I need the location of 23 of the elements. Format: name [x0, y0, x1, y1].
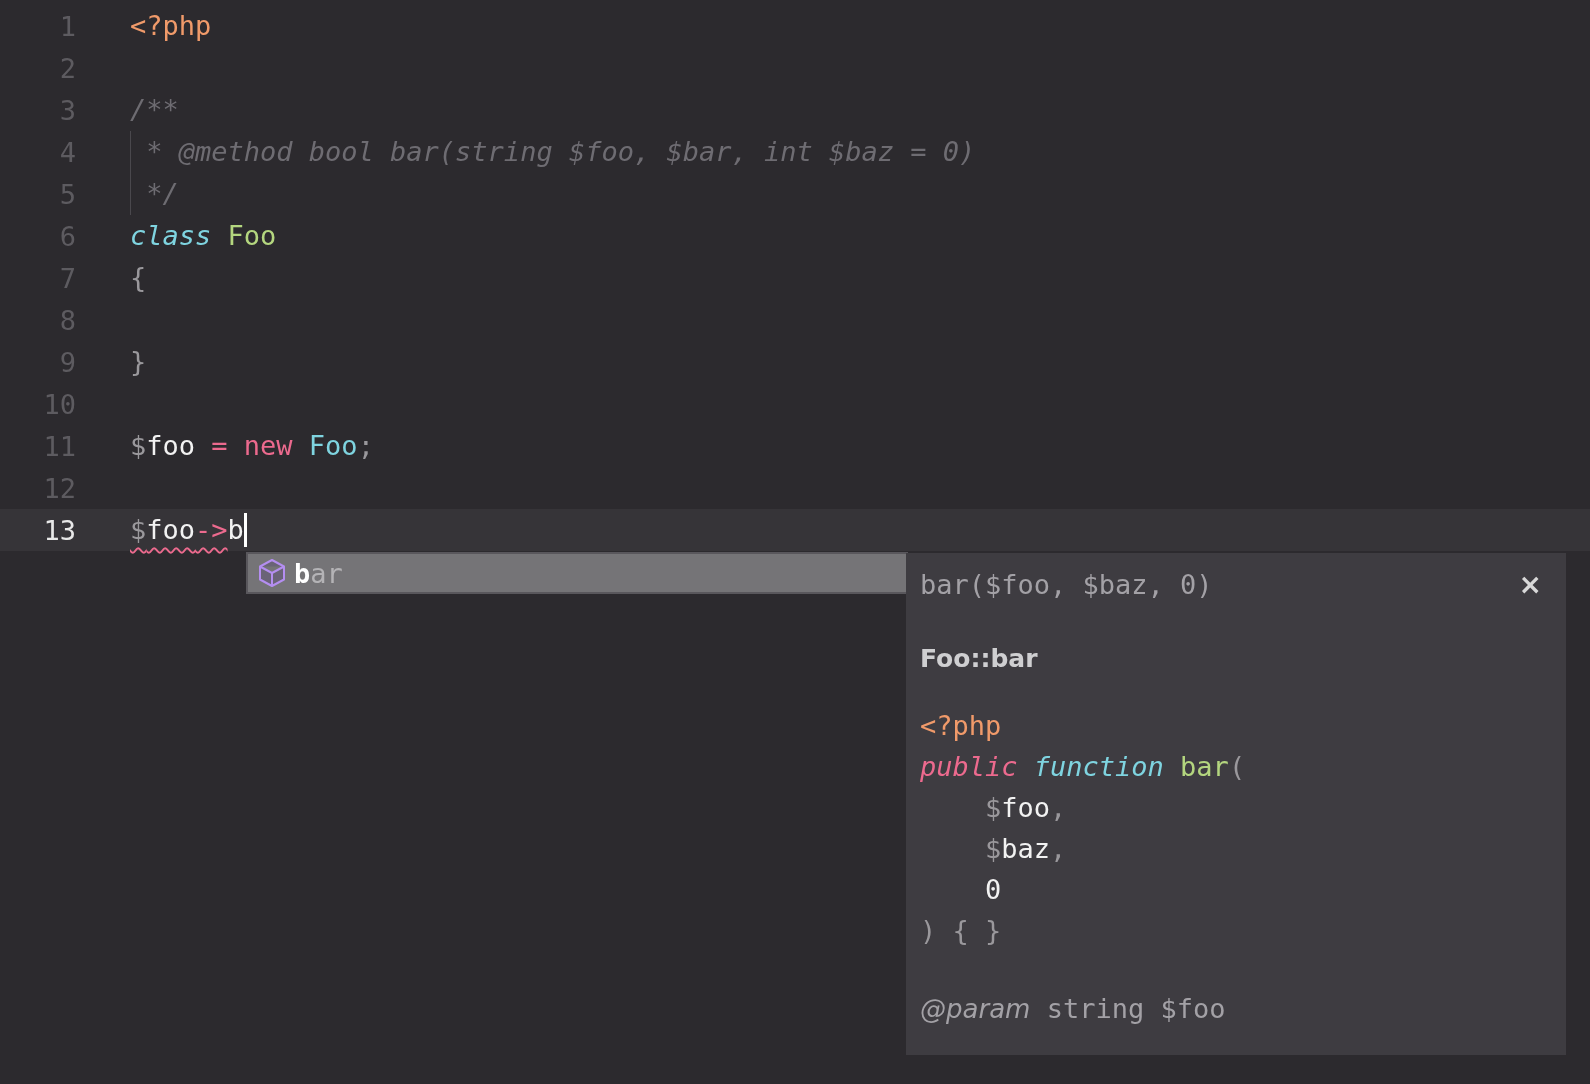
line-number: 13	[42, 514, 76, 546]
code-line: $baz,	[984, 832, 1067, 866]
completion-item[interactable]: bar	[248, 554, 906, 592]
close-button[interactable]: ×	[1508, 567, 1552, 601]
doc-title: Foo::bar	[920, 644, 1038, 673]
param-text: @param string $foo	[920, 993, 1226, 1024]
code-line: <?php	[920, 709, 1002, 743]
code-line: $foo = new Foo;	[130, 429, 374, 463]
code-line: <?php	[130, 9, 212, 43]
code-line: {	[130, 261, 147, 295]
code-line: public function bar(	[920, 750, 1246, 784]
code-line: }	[130, 345, 147, 379]
code-line: ) { }	[920, 914, 1002, 948]
code-line: * @method bool bar(string $foo, $bar, int $baz = 0)	[130, 131, 976, 173]
code-line: $foo->b	[130, 509, 247, 551]
code-line: 0	[984, 873, 1002, 907]
signature-text: bar($foo, $baz, 0)	[920, 568, 1213, 600]
cube-icon	[258, 558, 286, 588]
code-line: $foo,	[984, 791, 1067, 825]
text-cursor	[243, 513, 247, 547]
code-line: */	[130, 173, 179, 215]
code-line: /**	[130, 93, 179, 127]
code-line: class Foo	[130, 219, 277, 253]
